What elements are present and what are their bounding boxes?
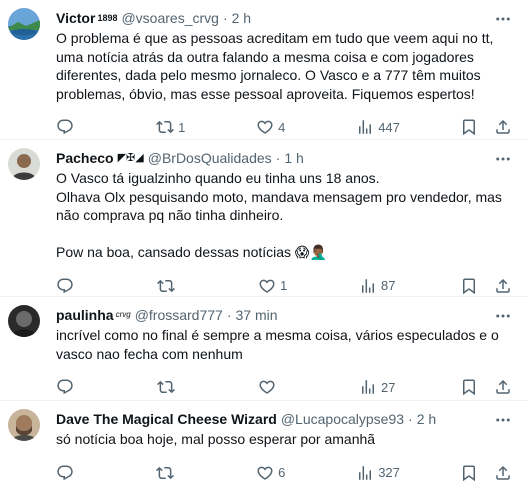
tweet-text: O Vasco tá igualzinho quando eu tinha un…	[56, 170, 502, 260]
separator: ·	[275, 150, 281, 166]
views-count: 447	[378, 119, 400, 135]
tweet-header: paulinha crvg @frossard777 · 37 min	[56, 305, 512, 325]
share-icon[interactable]	[494, 277, 512, 295]
reply-button[interactable]	[56, 277, 96, 295]
tweet-actions: 1 4 447	[56, 111, 512, 143]
views-icon	[362, 380, 374, 394]
reply-button[interactable]	[56, 464, 96, 482]
retweet-button[interactable]	[157, 378, 197, 396]
reply-icon	[57, 119, 73, 135]
views-icon	[359, 465, 372, 480]
more-button[interactable]	[494, 411, 512, 429]
reply-icon	[57, 465, 73, 480]
more-icon	[496, 314, 510, 318]
more-icon	[496, 418, 510, 422]
views-button[interactable]: 327	[356, 464, 400, 482]
reply-icon	[57, 379, 73, 395]
views-button[interactable]: 27	[359, 378, 399, 396]
user-badge: ◤✠◢	[117, 152, 144, 164]
user-handle[interactable]: @BrDosQualidades	[148, 148, 272, 168]
more-button[interactable]	[494, 150, 512, 168]
timestamp[interactable]: 2 h	[232, 8, 251, 28]
avatar[interactable]	[8, 305, 40, 337]
views-count: 27	[381, 379, 396, 395]
bookmark-share-group	[460, 464, 512, 482]
tweet-actions: 6 327	[56, 457, 512, 489]
retweet-button[interactable]	[156, 464, 196, 482]
views-button[interactable]: 447	[356, 118, 400, 136]
tweet[interactable]: Dave The Magical Cheese Wizard @Lucapoca…	[0, 401, 528, 502]
retweet-button[interactable]: 1	[156, 118, 196, 136]
tweet[interactable]: Victor 1898 @vsoares_crvg · 2 h O proble…	[0, 0, 528, 140]
like-button[interactable]: 6	[256, 464, 296, 482]
user-badge: crvg	[115, 310, 131, 319]
retweet-icon	[156, 466, 175, 479]
heart-icon	[259, 380, 275, 394]
bookmark-share-group	[460, 378, 512, 396]
user-name[interactable]: Victor	[56, 8, 95, 28]
timestamp[interactable]: 2 h	[417, 409, 436, 429]
reply-button[interactable]	[56, 378, 96, 396]
tweet-text: incrível como no final é sempre a mesma …	[56, 327, 503, 362]
bookmark-icon[interactable]	[460, 464, 478, 482]
views-icon	[359, 120, 372, 134]
avatar[interactable]	[8, 148, 40, 180]
like-count: 4	[278, 119, 286, 135]
user-handle[interactable]: @vsoares_crvg	[121, 8, 218, 28]
user-handle[interactable]: @Lucapocalypse93	[281, 409, 404, 429]
like-button[interactable]: 4	[256, 118, 296, 136]
tweet[interactable]: Pacheco ◤✠◢ @BrDosQualidades · 1 h O Vas…	[0, 140, 528, 297]
more-icon	[496, 17, 510, 21]
heart-icon	[257, 120, 273, 134]
user-name[interactable]: paulinha	[56, 305, 114, 325]
tweet-text: só notícia boa hoje, mal posso esperar p…	[56, 431, 376, 447]
heart-icon	[257, 466, 273, 480]
user-name[interactable]: Pacheco	[56, 148, 114, 168]
share-icon[interactable]	[494, 118, 512, 136]
bookmark-icon[interactable]	[460, 378, 478, 396]
tweet[interactable]: paulinha crvg @frossard777 · 37 min incr…	[0, 297, 528, 401]
retweet-icon	[156, 120, 175, 134]
tweet-text: O problema é que as pessoas acreditam em…	[56, 30, 498, 102]
views-count: 327	[378, 465, 400, 480]
user-handle[interactable]: @frossard777	[135, 305, 223, 325]
timestamp[interactable]: 1 h	[284, 148, 303, 168]
reply-button[interactable]	[56, 118, 96, 136]
more-button[interactable]	[494, 307, 512, 325]
retweet-button[interactable]	[157, 277, 197, 295]
avatar[interactable]	[8, 8, 40, 40]
reply-icon	[57, 278, 73, 293]
tweet-feed: Victor 1898 @vsoares_crvg · 2 h O proble…	[0, 0, 528, 502]
views-count: 87	[381, 278, 396, 293]
user-name[interactable]: Dave The Magical Cheese Wizard	[56, 409, 277, 429]
like-count: 6	[278, 465, 286, 480]
avatar[interactable]	[8, 409, 40, 441]
share-icon[interactable]	[494, 464, 512, 482]
separator: ·	[226, 307, 232, 323]
user-badge: 1898	[97, 13, 118, 23]
views-button[interactable]: 87	[359, 277, 399, 295]
like-count: 1	[280, 278, 288, 293]
bookmark-share-group	[460, 277, 512, 295]
timestamp[interactable]: 37 min	[236, 305, 278, 325]
tweet-header: Victor 1898 @vsoares_crvg · 2 h	[56, 8, 512, 28]
separator: ·	[408, 411, 413, 427]
more-icon	[496, 157, 510, 161]
views-icon	[362, 278, 374, 293]
retweet-icon	[157, 380, 175, 394]
share-icon[interactable]	[494, 378, 512, 396]
heart-icon	[259, 279, 275, 293]
like-button[interactable]: 1	[258, 277, 298, 295]
tweet-header: Dave The Magical Cheese Wizard @Lucapoca…	[56, 409, 512, 429]
retweet-count: 1	[178, 119, 186, 135]
retweet-icon	[157, 279, 175, 292]
bookmark-icon[interactable]	[460, 118, 478, 136]
tweet-actions: 27	[56, 371, 512, 403]
bookmark-icon[interactable]	[460, 277, 478, 295]
separator: ·	[222, 10, 228, 26]
more-button[interactable]	[494, 10, 512, 28]
tweet-header: Pacheco ◤✠◢ @BrDosQualidades · 1 h	[56, 148, 512, 168]
bookmark-share-group	[460, 118, 512, 136]
like-button[interactable]	[258, 378, 298, 396]
